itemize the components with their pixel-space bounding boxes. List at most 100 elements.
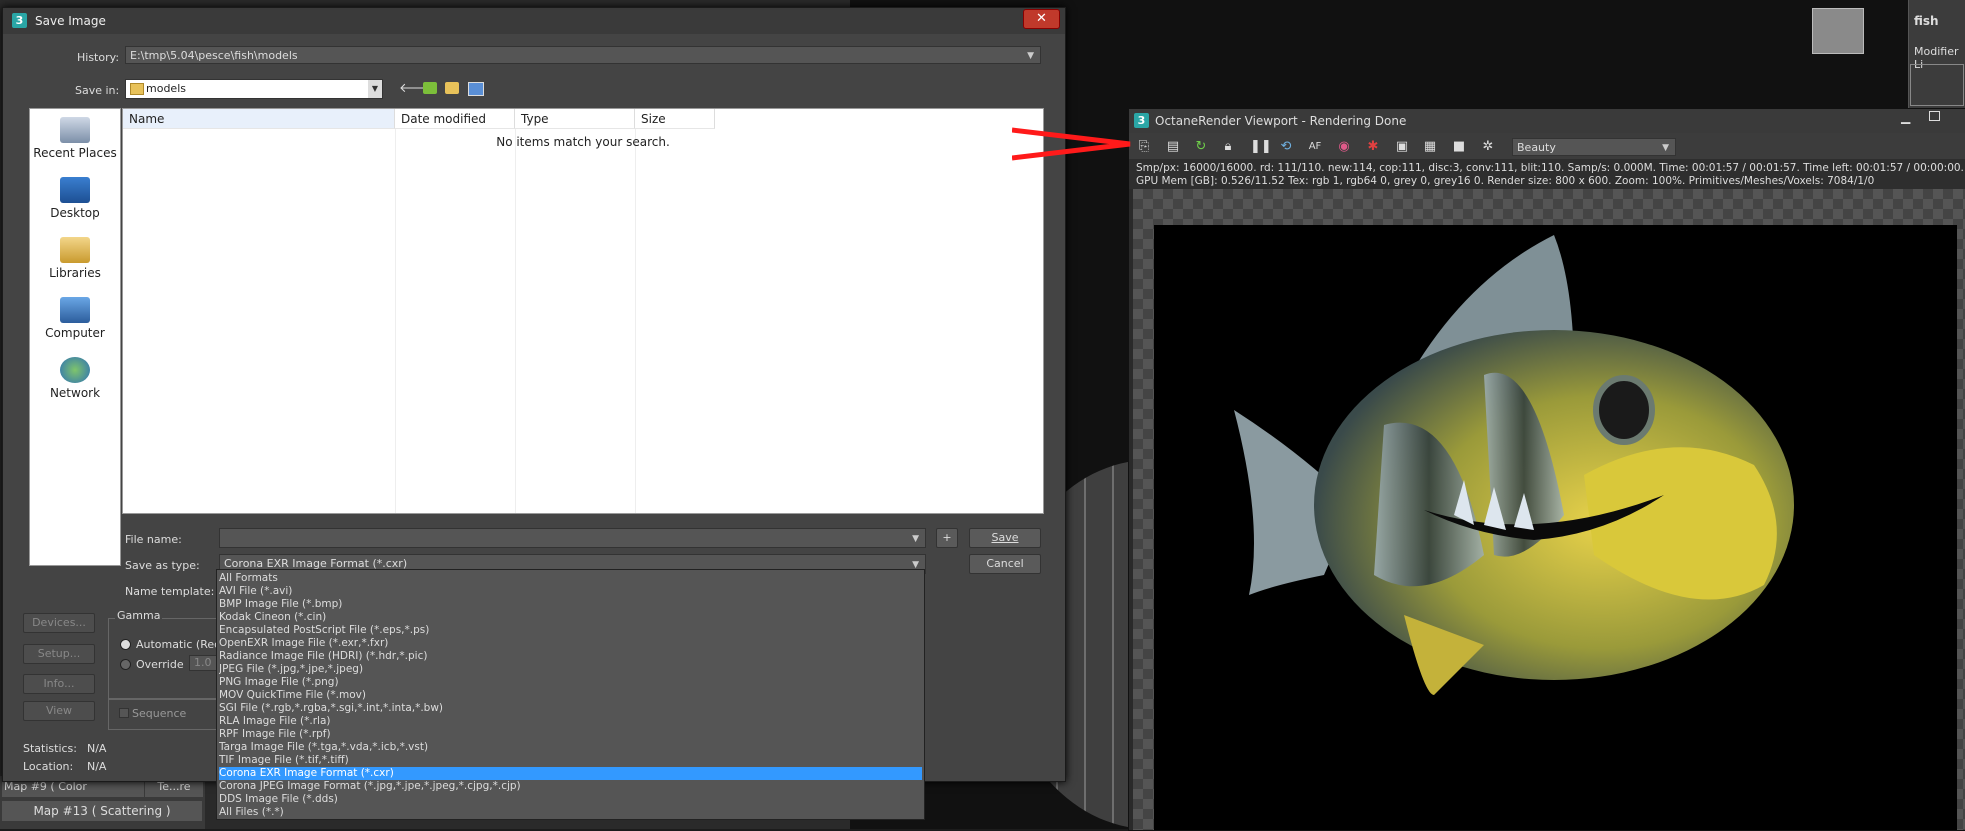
render-image[interactable] [1154,225,1957,830]
restart-render-icon[interactable]: ↻ [1193,139,1209,155]
camera-icon[interactable]: ■ [1451,139,1467,155]
gamma-override-label: Override [136,658,184,671]
refresh-icon[interactable]: ⟲ [1278,139,1294,155]
object-name-field[interactable]: fish [1914,14,1939,28]
place-recent-places[interactable]: Recent Places [30,117,120,160]
region-render-icon[interactable]: ▣ [1394,139,1410,155]
lock-icon[interactable]: 🔒︎ [1220,139,1236,155]
3dsmax-app-icon: 3 [1134,113,1149,128]
map-list-item[interactable]: Map #13 ( Scattering ) [2,801,202,821]
type-option[interactable]: Radiance Image File (HDRI) (*.hdr,*.pic) [219,650,922,663]
column-divider [515,129,516,513]
type-option[interactable]: TIF Image File (*.tif,*.tiff) [219,754,922,767]
save-button[interactable]: Save [969,528,1041,548]
type-option[interactable]: AVI File (*.avi) [219,585,922,598]
type-option[interactable]: All Files (*.*) [219,806,922,819]
place-network[interactable]: Network [30,357,120,400]
place-label: Computer [45,326,105,340]
save-in-dropdown[interactable]: models ▼ [125,79,383,99]
type-option[interactable]: Corona JPEG Image Format (*.jpg,*.jpe,*.… [219,780,922,793]
place-desktop[interactable]: Desktop [30,177,120,220]
type-option[interactable]: OpenEXR Image File (*.exr,*.fxr) [219,637,922,650]
fish-eye [1593,375,1655,445]
location-label: Location: [23,760,74,773]
devices-button[interactable]: Devices... [23,613,95,633]
column-header-name[interactable]: Name [123,109,395,129]
history-label: History: [77,51,120,64]
color-picker-icon[interactable]: ◉ [1336,139,1352,155]
place-libraries[interactable]: Libraries [30,237,120,280]
info-button[interactable]: Info... [23,674,95,694]
column-header-date[interactable]: Date modified [395,109,515,129]
up-folder-icon[interactable] [423,82,437,94]
view-button[interactable]: View [23,701,95,721]
computer-icon [60,297,90,323]
history-value: E:\tmp\5.04\pesce\fish\models [130,49,298,62]
gamma-label: Gamma [115,609,163,622]
gamma-automatic-radio[interactable] [120,639,131,650]
type-option[interactable]: PNG Image File (*.png) [219,676,922,689]
cancel-button[interactable]: Cancel [969,554,1041,574]
place-computer[interactable]: Computer [30,297,120,340]
empty-message: No items match your search. [496,135,670,149]
libraries-icon [60,237,90,263]
status-line-2: GPU Mem [GB]: 0.526/11.52 Tex: rgb 1, rg… [1136,175,1875,187]
viewcube-icon[interactable] [1812,8,1864,54]
type-option[interactable]: RLA Image File (*.rla) [219,715,922,728]
sequence-checkbox[interactable] [119,708,129,718]
view-menu-icon[interactable] [468,82,484,96]
render-pass-value: Beauty [1517,141,1556,154]
column-header-size[interactable]: Size [635,109,715,129]
new-folder-icon[interactable] [445,82,459,94]
add-button[interactable]: + [936,528,958,548]
type-option[interactable]: BMP Image File (*.bmp) [219,598,922,611]
minimize-icon[interactable]: ▁ [1901,110,1910,124]
type-option[interactable]: All Formats [219,572,922,585]
maximize-icon[interactable] [1929,111,1940,121]
place-label: Network [49,386,101,400]
type-option[interactable]: MOV QuickTime File (*.mov) [219,689,922,702]
recent-places-icon [60,117,90,143]
statistics-value: N/A [87,742,107,755]
pause-icon[interactable]: ❚❚ [1250,139,1272,155]
render-pass-select[interactable]: Beauty ▼ [1512,138,1676,156]
film-region-icon[interactable]: ▦ [1422,139,1438,155]
type-option[interactable]: Corona EXR Image Format (*.cxr) [219,767,922,780]
type-option[interactable]: Kodak Cineon (*.cin) [219,611,922,624]
place-label: Libraries [49,266,101,280]
settings-gear-icon[interactable]: ✲ [1480,139,1496,155]
chevron-down-icon: ▼ [1662,143,1669,153]
type-option[interactable]: DDS Image File (*.dds) [219,793,922,806]
desktop-icon [60,177,90,203]
dialog-titlebar[interactable]: 3 Save Image ✕ [3,8,1065,34]
type-option[interactable]: RPF Image File (*.rpf) [219,728,922,741]
save-as-type-label: Save as type: [125,559,200,572]
location-value: N/A [87,760,107,773]
column-divider [395,129,396,513]
place-label: Recent Places [33,146,117,160]
history-dropdown[interactable]: E:\tmp\5.04\pesce\fish\models ▼ [125,46,1041,64]
type-option[interactable]: JPEG File (*.jpg,*.jpe,*.jpeg) [219,663,922,676]
file-list[interactable]: Name Date modified Type Size No items ma… [122,108,1044,514]
statistics-label: Statistics: [23,742,77,755]
clear-icon[interactable]: ✱ [1365,139,1381,155]
octane-titlebar[interactable]: 3 OctaneRender Viewport - Rendering Done… [1129,109,1965,133]
auto-focus-icon[interactable]: AF [1307,139,1323,155]
place-label: Desktop [50,206,100,220]
save-as-type-list[interactable]: All Formats AVI File (*.avi) BMP Image Fil… [216,569,925,820]
octane-viewport-window: 3 OctaneRender Viewport - Rendering Done… [1128,108,1965,831]
file-name-input[interactable]: ▼ [219,528,926,548]
type-option[interactable]: Targa Image File (*.tga,*.vda,*.icb,*.vs… [219,741,922,754]
copy-clipboard-icon[interactable]: ▤ [1165,139,1181,155]
save-render-icon[interactable]: ⎘ [1136,139,1152,155]
chevron-down-icon: ▼ [1027,51,1034,61]
save-in-label: Save in: [75,84,120,97]
gamma-override-radio[interactable] [120,659,131,670]
chevron-down-icon: ▼ [912,534,919,544]
setup-button[interactable]: Setup... [23,644,95,664]
column-header-type[interactable]: Type [515,109,635,129]
gamma-override-value[interactable]: 1.0 [189,655,219,671]
type-option[interactable]: SGI File (*.rgb,*.rgba,*.sgi,*.int,*.int… [219,702,922,715]
type-option[interactable]: Encapsulated PostScript File (*.eps,*.ps… [219,624,922,637]
close-button[interactable]: ✕ [1023,9,1060,29]
